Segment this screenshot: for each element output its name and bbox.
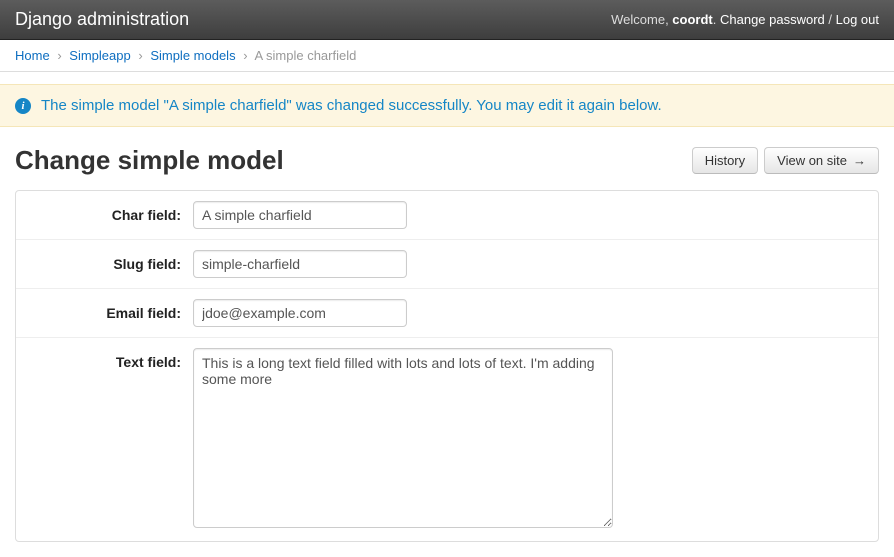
welcome-text: Welcome, — [611, 12, 672, 27]
slug-field-label: Slug field: — [28, 250, 193, 272]
breadcrumb-sep: › — [243, 48, 247, 63]
history-button[interactable]: History — [692, 147, 758, 174]
breadcrumb-current: A simple charfield — [254, 48, 356, 63]
success-alert: i The simple model "A simple charfield" … — [0, 84, 894, 127]
form-container: Char field: Slug field: Email field: Tex… — [15, 190, 879, 542]
text-field-textarea[interactable] — [193, 348, 613, 528]
username: coordt — [672, 12, 712, 27]
email-field-input[interactable] — [193, 299, 407, 327]
object-tools: History View on site → — [692, 147, 879, 174]
char-field-label: Char field: — [28, 201, 193, 223]
breadcrumb-model[interactable]: Simple models — [150, 48, 235, 63]
page-title: Change simple model — [15, 145, 284, 176]
breadcrumb-sep: › — [57, 48, 61, 63]
breadcrumb-home[interactable]: Home — [15, 48, 50, 63]
form-row-char-field: Char field: — [16, 191, 878, 240]
welcome-suffix: . — [713, 12, 720, 27]
user-links: Welcome, coordt. Change password / Log o… — [611, 12, 879, 27]
view-on-site-button[interactable]: View on site → — [764, 147, 879, 174]
alert-message: The simple model "A simple charfield" wa… — [41, 97, 662, 114]
navbar: Django administration Welcome, coordt. C… — [0, 0, 894, 40]
char-field-input[interactable] — [193, 201, 407, 229]
form-row-email-field: Email field: — [16, 289, 878, 338]
userlinks-sep: / — [825, 12, 836, 27]
logout-link[interactable]: Log out — [836, 12, 879, 27]
slug-field-input[interactable] — [193, 250, 407, 278]
history-label: History — [705, 153, 745, 168]
breadcrumb-app[interactable]: Simpleapp — [69, 48, 130, 63]
form-row-slug-field: Slug field: — [16, 240, 878, 289]
view-on-site-label: View on site — [777, 153, 847, 168]
info-icon: i — [15, 98, 31, 114]
change-password-link[interactable]: Change password — [720, 12, 825, 27]
email-field-label: Email field: — [28, 299, 193, 321]
site-brand[interactable]: Django administration — [15, 9, 189, 30]
content-header: Change simple model History View on site… — [0, 127, 894, 190]
text-field-label: Text field: — [28, 348, 193, 370]
breadcrumb-sep: › — [138, 48, 142, 63]
form-row-text-field: Text field: — [16, 338, 878, 541]
breadcrumb: Home › Simpleapp › Simple models › A sim… — [0, 40, 894, 72]
arrow-right-icon: → — [853, 153, 866, 168]
